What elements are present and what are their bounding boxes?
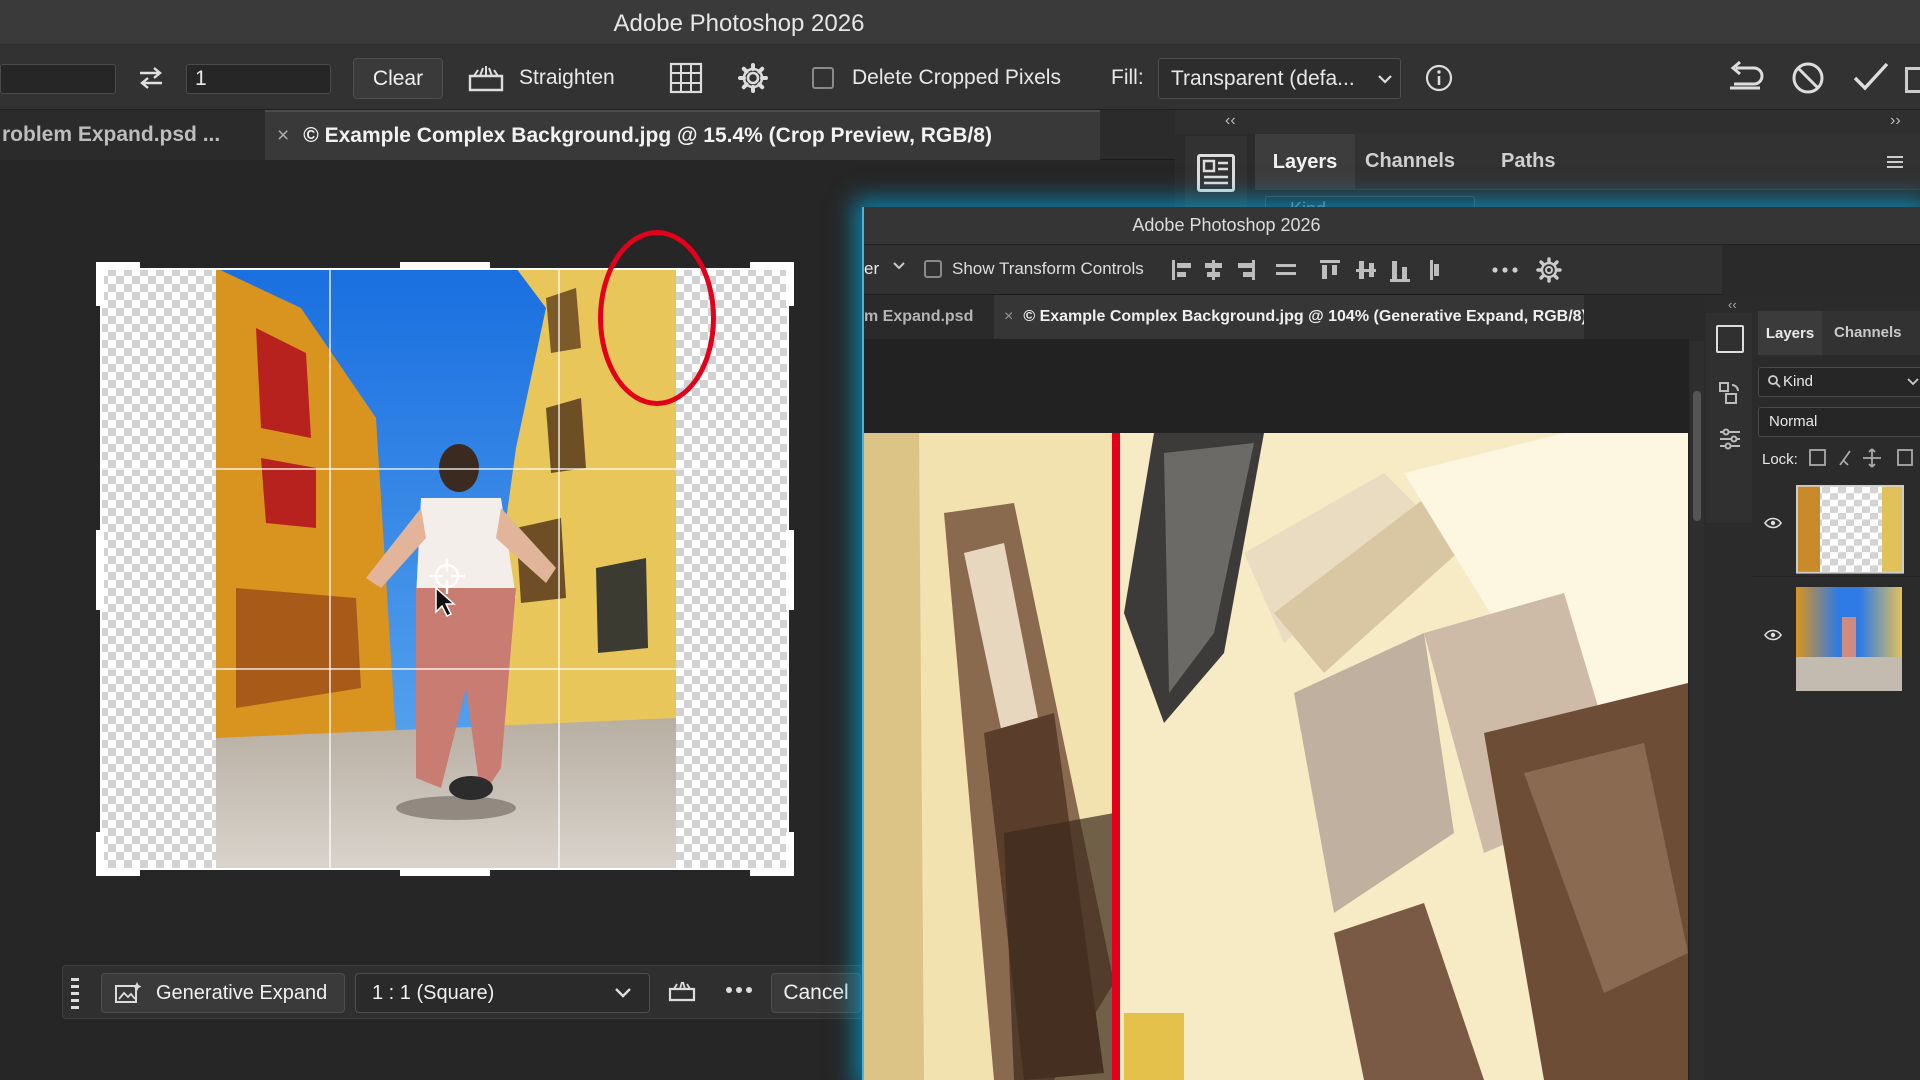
- ratio-width-field[interactable]: [0, 64, 116, 94]
- align-distribute-icons[interactable]: [1170, 257, 1470, 283]
- inset-tab-expand-psd[interactable]: m Expand.psd: [864, 295, 994, 339]
- layer-kind-label: Kind: [1783, 373, 1814, 390]
- blend-mode-select[interactable]: Normal: [1758, 407, 1920, 437]
- chevron-down-icon: [614, 986, 632, 1000]
- properties-icon[interactable]: [1197, 154, 1235, 192]
- photoshop-window: Adobe Photoshop 2026 1 Clear Straighten …: [0, 0, 1920, 1080]
- inset-layers-tabs: Layers Channels: [1758, 311, 1920, 355]
- fill-select-value: Transparent (defa...: [1171, 67, 1355, 90]
- chevron-down-icon: [1377, 73, 1393, 85]
- commit-checkmark-icon[interactable]: [1852, 60, 1890, 94]
- inset-panel-dock: ‹‹ Layers Channels Kind Normal Lock:: [1704, 297, 1920, 1080]
- crop-handle-bottom[interactable]: [400, 868, 490, 876]
- generative-expand-icon: [114, 981, 142, 1005]
- chevron-down-icon: [1907, 378, 1919, 386]
- show-transform-controls-label: Show Transform Controls: [952, 259, 1144, 278]
- crop-handle-top[interactable]: [400, 262, 490, 270]
- overlay-grid-icon[interactable]: [668, 61, 704, 95]
- inset-title-bar: Adobe Photoshop 2026: [864, 207, 1920, 245]
- app-title: Adobe Photoshop 2026: [613, 10, 865, 37]
- adjustments-icon[interactable]: [1718, 427, 1742, 451]
- more-options-icon[interactable]: [1492, 267, 1518, 273]
- document-tab-bar: roblem Expand.psd ... × © Example Comple…: [0, 110, 1175, 160]
- delete-cropped-pixels-checkbox[interactable]: [812, 67, 834, 89]
- delete-cropped-pixels-label: Delete Cropped Pixels: [852, 66, 1061, 89]
- cancel-button[interactable]: Cancel: [771, 973, 861, 1013]
- lock-label: Lock:: [1762, 451, 1798, 468]
- workspace-icon[interactable]: [1905, 67, 1920, 93]
- tab-title: © Example Complex Background.jpg @ 15.4%…: [303, 124, 992, 147]
- title-bar: Adobe Photoshop 2026: [0, 0, 1920, 45]
- straighten-label[interactable]: Straighten: [519, 66, 615, 90]
- collapse-left-icon[interactable]: ‹‹: [1728, 297, 1737, 312]
- layer-thumbnail-expanded: [1796, 485, 1904, 574]
- panel-collapse-bar: ‹‹ ››: [1175, 110, 1920, 134]
- fill-select[interactable]: Transparent (defa...: [1158, 58, 1401, 99]
- layer-kind-filter[interactable]: Kind: [1758, 367, 1920, 397]
- tab-channels[interactable]: Channels: [1834, 324, 1902, 341]
- tab-paths[interactable]: Paths: [1501, 150, 1555, 173]
- straighten-icon[interactable]: [667, 978, 697, 1004]
- scrollbar-thumb[interactable]: [1693, 391, 1701, 521]
- inset-options-bar: er Show Transform Controls: [864, 245, 1722, 295]
- inset-tab-example-background[interactable]: × © Example Complex Background.jpg @ 104…: [994, 295, 1584, 339]
- layer-thumbnail-background: [1796, 587, 1902, 691]
- gear-icon[interactable]: [1536, 257, 1562, 283]
- crop-handle-left[interactable]: [96, 530, 104, 610]
- crop-handle-right[interactable]: [786, 530, 794, 610]
- show-transform-controls-checkbox[interactable]: [924, 260, 942, 278]
- crop-settings-gear-icon[interactable]: [737, 62, 769, 94]
- inset-document-tabs: m Expand.psd × © Example Complex Backgro…: [864, 295, 1722, 345]
- tab-layers[interactable]: Layers: [1758, 311, 1822, 355]
- crop-handle-bl-v[interactable]: [96, 832, 104, 876]
- annotation-red-circle: [598, 230, 716, 406]
- tab-layers[interactable]: Layers: [1255, 134, 1355, 190]
- inset-options-partial-label: er: [864, 259, 880, 278]
- cancel-crop-icon[interactable]: [1790, 60, 1826, 96]
- clear-button[interactable]: Clear: [353, 58, 443, 99]
- fill-label: Fill:: [1111, 66, 1144, 89]
- layers-panel-tabs: Layers Channels Paths: [1255, 134, 1920, 190]
- aspect-ratio-select[interactable]: 1 : 1 (Square): [355, 973, 650, 1013]
- reset-icon[interactable]: [1726, 60, 1766, 94]
- ratio-height-field[interactable]: 1: [186, 64, 331, 94]
- inset-app-title: Adobe Photoshop 2026: [1132, 215, 1321, 235]
- eye-icon[interactable]: [1764, 517, 1782, 529]
- inset-panel-icon-strip: [1706, 313, 1752, 523]
- close-icon[interactable]: ×: [277, 124, 289, 148]
- lock-options-icons[interactable]: [1808, 447, 1918, 469]
- aspect-ratio-value: 1 : 1 (Square): [372, 981, 495, 1004]
- history-icon[interactable]: [1718, 381, 1742, 405]
- swap-dimensions-icon[interactable]: [136, 63, 166, 93]
- generative-expand-label: Generative Expand: [156, 981, 328, 1004]
- chevron-down-icon: [892, 261, 906, 271]
- eye-icon[interactable]: [1764, 629, 1782, 641]
- collapse-left-icon[interactable]: ‹‹: [1225, 112, 1236, 130]
- zoomed-inset-window: Adobe Photoshop 2026 er Show Transform C…: [862, 207, 1920, 1080]
- close-icon[interactable]: ×: [1004, 308, 1013, 326]
- generative-expand-button[interactable]: Generative Expand: [101, 973, 345, 1013]
- drag-handle-icon[interactable]: [71, 976, 79, 1010]
- crop-handle-tr-v[interactable]: [786, 262, 794, 306]
- zoomed-facade-image: [864, 433, 1688, 1080]
- tab-channels[interactable]: Channels: [1365, 150, 1455, 173]
- crop-handle-br-v[interactable]: [786, 832, 794, 876]
- inset-tab-title: © Example Complex Background.jpg @ 104% …: [1023, 308, 1584, 325]
- layer-row[interactable]: [1752, 579, 1920, 691]
- more-options-icon[interactable]: [725, 986, 753, 994]
- properties-icon[interactable]: [1716, 325, 1744, 353]
- tab-problem-expand[interactable]: roblem Expand.psd ...: [0, 110, 265, 160]
- panel-menu-icon[interactable]: [1885, 154, 1905, 170]
- tab-example-complex-background[interactable]: × © Example Complex Background.jpg @ 15.…: [265, 110, 1100, 160]
- layer-row[interactable]: [1752, 479, 1920, 577]
- collapse-right-icon[interactable]: ››: [1890, 112, 1901, 130]
- info-icon[interactable]: [1424, 63, 1454, 93]
- inset-vertical-scrollbar[interactable]: [1690, 341, 1704, 1080]
- mouse-pointer-icon: [434, 586, 458, 618]
- straighten-icon[interactable]: [466, 62, 506, 94]
- crop-handle-tl-v[interactable]: [96, 262, 104, 306]
- crop-options-bar: 1 Clear Straighten Delete Cropped Pixels…: [0, 45, 1920, 110]
- search-icon: [1767, 374, 1781, 388]
- contextual-task-bar: Generative Expand 1 : 1 (Square) Cancel: [62, 965, 872, 1019]
